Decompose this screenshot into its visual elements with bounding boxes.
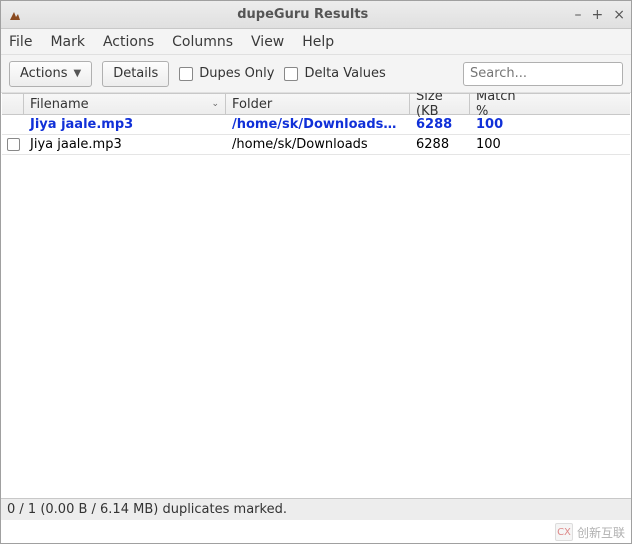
- cell-filename: Jiya jaale.mp3: [24, 115, 226, 134]
- column-header-folder-label: Folder: [232, 97, 272, 112]
- watermark-icon: CX: [555, 523, 573, 541]
- maximize-button[interactable]: +: [592, 7, 604, 23]
- menu-view[interactable]: View: [251, 34, 284, 50]
- table-header: Filename ⌄ Folder Size (KB Match %: [2, 93, 630, 115]
- column-header-match[interactable]: Match %: [470, 94, 532, 114]
- dupes-only-label: Dupes Only: [199, 66, 274, 81]
- dupes-only-checkbox[interactable]: Dupes Only: [179, 66, 274, 81]
- watermark-text: 创新互联: [577, 524, 625, 541]
- column-header-filename-label: Filename: [30, 97, 89, 112]
- app-icon: [7, 7, 23, 23]
- window-title: dupeGuru Results: [31, 7, 575, 22]
- cell-size: 6288: [410, 135, 470, 154]
- checkbox-icon: [179, 67, 193, 81]
- results-table: Filename ⌄ Folder Size (KB Match % Jiya …: [2, 93, 630, 497]
- chevron-down-icon: ▼: [74, 68, 82, 79]
- column-header-size[interactable]: Size (KB: [410, 94, 470, 114]
- menu-columns[interactable]: Columns: [172, 34, 233, 50]
- column-header-filename[interactable]: Filename ⌄: [24, 94, 226, 114]
- watermark: CX 创新互联: [555, 523, 625, 541]
- table-row[interactable]: Jiya jaale.mp3 /home/sk/Downloads… 6288 …: [2, 115, 630, 135]
- column-header-size-label: Size (KB: [416, 93, 463, 119]
- details-button[interactable]: Details: [102, 61, 169, 87]
- toolbar: Actions ▼ Details Dupes Only Delta Value…: [1, 55, 631, 93]
- status-text: 0 / 1 (0.00 B / 6.14 MB) duplicates mark…: [7, 502, 287, 517]
- titlebar: dupeGuru Results – + ×: [1, 1, 631, 29]
- delta-values-label: Delta Values: [304, 66, 385, 81]
- column-header-checkbox[interactable]: [2, 94, 24, 114]
- checkbox-icon: [7, 138, 20, 151]
- menu-file[interactable]: File: [9, 34, 32, 50]
- menubar: File Mark Actions Columns View Help: [1, 29, 631, 55]
- menu-help[interactable]: Help: [302, 34, 334, 50]
- column-header-folder[interactable]: Folder: [226, 94, 410, 114]
- column-header-match-label: Match %: [476, 93, 526, 119]
- details-button-label: Details: [113, 66, 158, 81]
- menu-mark[interactable]: Mark: [50, 34, 85, 50]
- actions-dropdown-label: Actions: [20, 66, 68, 81]
- table-row[interactable]: Jiya jaale.mp3 /home/sk/Downloads 6288 1…: [2, 135, 630, 155]
- cell-folder: /home/sk/Downloads: [226, 135, 410, 154]
- menu-actions[interactable]: Actions: [103, 34, 154, 50]
- cell-filename: Jiya jaale.mp3: [24, 135, 226, 154]
- delta-values-checkbox[interactable]: Delta Values: [284, 66, 385, 81]
- checkbox-icon: [284, 67, 298, 81]
- actions-dropdown-button[interactable]: Actions ▼: [9, 61, 92, 87]
- minimize-button[interactable]: –: [575, 7, 582, 23]
- table-body: Jiya jaale.mp3 /home/sk/Downloads… 6288 …: [2, 115, 630, 155]
- sort-indicator-icon: ⌄: [211, 99, 219, 109]
- row-checkbox-cell: [2, 115, 24, 134]
- row-checkbox-cell[interactable]: [2, 135, 24, 154]
- search-input[interactable]: [463, 62, 623, 86]
- cell-match: 100: [470, 135, 532, 154]
- status-bar: 0 / 1 (0.00 B / 6.14 MB) duplicates mark…: [1, 498, 631, 520]
- close-button[interactable]: ×: [613, 7, 625, 23]
- cell-folder: /home/sk/Downloads…: [226, 115, 410, 134]
